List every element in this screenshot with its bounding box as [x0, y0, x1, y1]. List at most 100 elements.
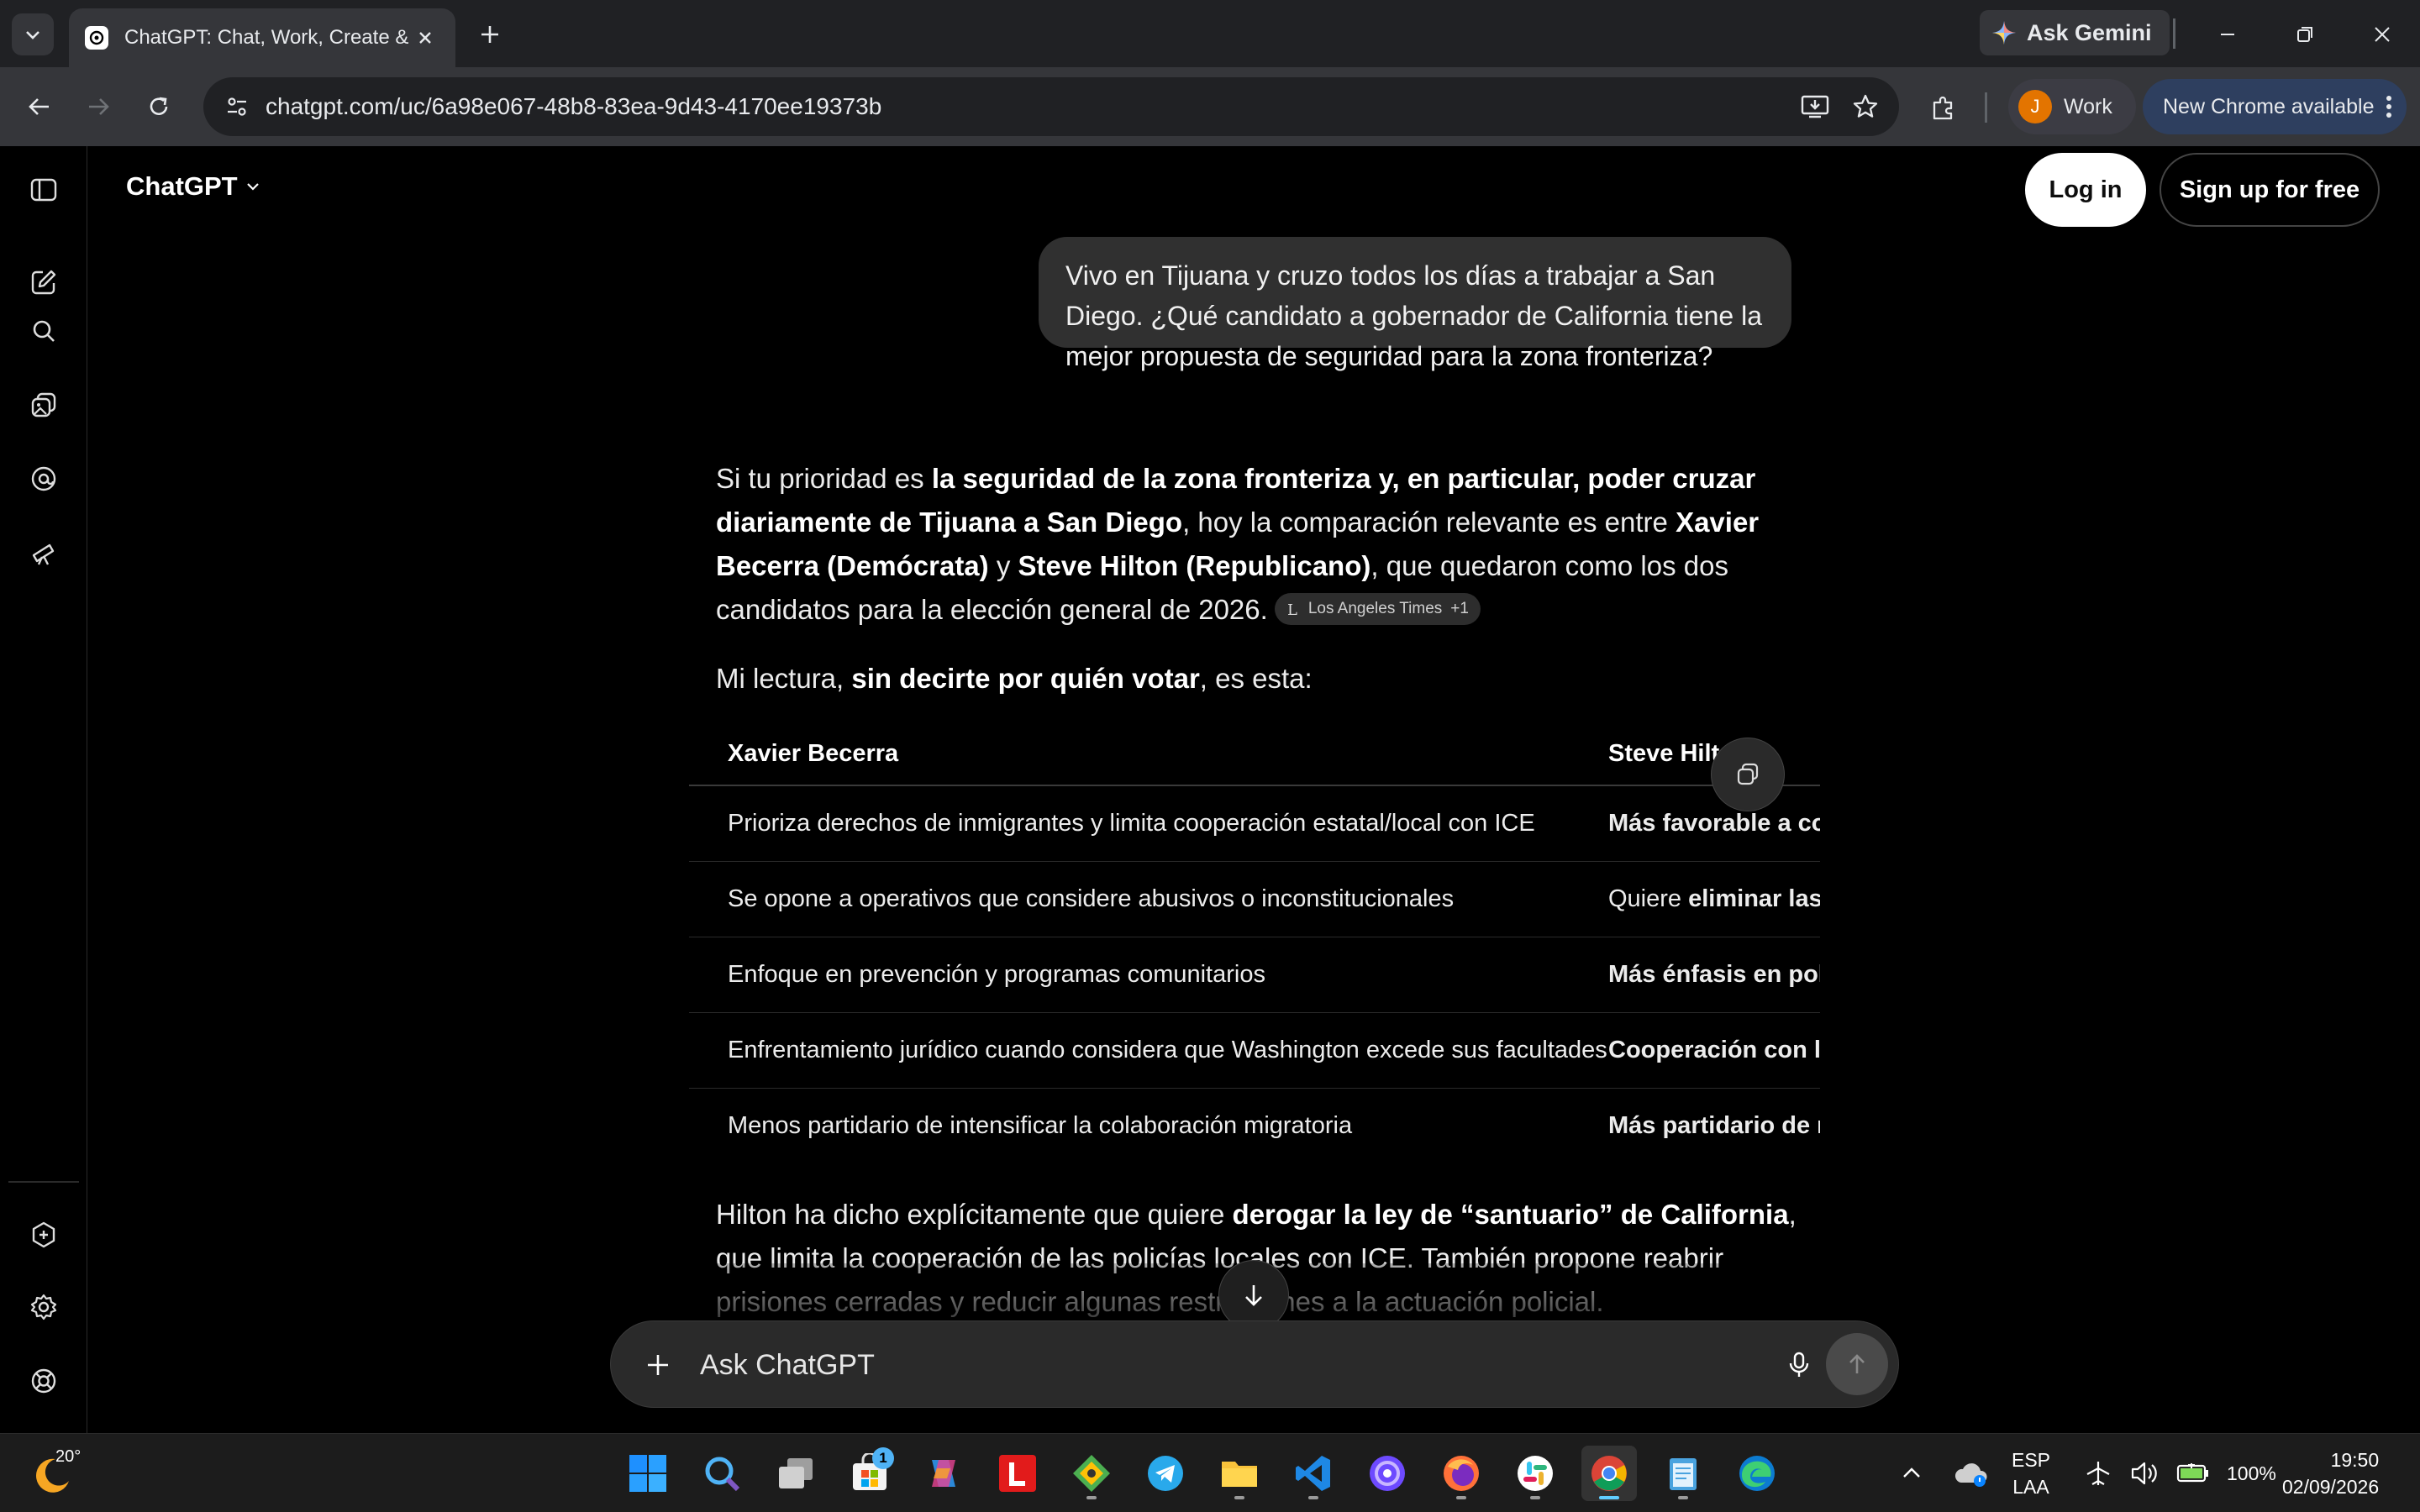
settings-button[interactable] [18, 1282, 69, 1332]
git-app[interactable] [1064, 1446, 1119, 1501]
bold-text: Más partidario de re [1608, 1112, 1820, 1139]
file-explorer[interactable] [1212, 1446, 1267, 1501]
cell-hilton: Más partidario de re [1608, 1089, 1820, 1151]
language-indicator[interactable]: ESP LAA [2012, 1434, 2050, 1512]
send-button[interactable] [1826, 1333, 1888, 1395]
running-indicator [1086, 1496, 1097, 1499]
toolbar-divider [1985, 92, 1987, 123]
assistant-message: Si tu prioridad es la seguridad de la zo… [716, 457, 1800, 701]
profile-button[interactable]: J Work [2008, 79, 2136, 134]
firefox-icon [1444, 1456, 1479, 1491]
microsoft-store[interactable]: 1 [842, 1446, 897, 1501]
login-button[interactable]: Log in [2025, 153, 2146, 227]
site-info-button[interactable] [212, 81, 262, 132]
running-indicator [1234, 1496, 1244, 1499]
quick-settings[interactable]: 100% [2084, 1434, 2276, 1512]
la-times-logo-icon: L [1287, 601, 1297, 617]
cell-becerra: Enfoque en prevención y programas comuni… [728, 961, 1265, 988]
airplane-icon [2086, 1462, 2110, 1485]
diamond-icon [1073, 1455, 1110, 1492]
table-row: Enfoque en prevención y programas comuni… [689, 937, 1820, 1013]
text: Mi lectura, [716, 663, 852, 694]
citation-chip[interactable]: L Los Angeles Times +1 [1274, 593, 1481, 626]
cell-hilton: Más énfasis en polic [1608, 937, 1820, 1012]
gemini-sparkle-icon [1992, 21, 2016, 45]
vscode[interactable] [1286, 1446, 1341, 1501]
address-bar[interactable]: chatgpt.com/uc/6a98e067-48b8-83ea-9d43-4… [203, 77, 1899, 136]
chevron-down-icon [246, 183, 259, 191]
text: y [988, 550, 1018, 581]
taskbar-search[interactable] [694, 1446, 750, 1501]
browser-tab-chatgpt[interactable]: ChatGPT: Chat, Work, Create & [69, 8, 455, 67]
running-indicator [1308, 1496, 1318, 1499]
copy-table-button[interactable] [1711, 738, 1785, 811]
puzzle-icon [1933, 96, 1953, 120]
close-window-button[interactable] [2353, 12, 2412, 57]
edge[interactable] [1729, 1446, 1785, 1501]
new-chat-button[interactable] [18, 257, 69, 307]
sidebar-icon [30, 178, 57, 202]
minimize-button[interactable] [2198, 12, 2257, 57]
restore-button[interactable] [2275, 12, 2334, 57]
images-button[interactable] [18, 380, 69, 430]
onedrive-status[interactable] [1954, 1434, 1988, 1512]
text: Hilton ha dicho explícitamente que quier… [716, 1199, 1233, 1230]
apps-button[interactable] [18, 454, 69, 504]
answer-paragraph-2: Mi lectura, sin decirte por quién votar,… [716, 657, 1800, 701]
cell-becerra: Se opone a operativos que considere abus… [728, 885, 1455, 912]
windows-logo-icon [629, 1455, 666, 1492]
ask-gemini-button[interactable]: Ask Gemini [1980, 10, 2170, 55]
copilot[interactable] [916, 1446, 971, 1501]
search-chats-button[interactable] [18, 306, 69, 356]
notification-badge: 1 [872, 1447, 894, 1469]
attach-button[interactable] [636, 1343, 680, 1387]
running-indicator [1456, 1496, 1466, 1499]
forward-button[interactable] [77, 86, 119, 128]
help-button[interactable] [18, 1356, 69, 1406]
signup-button[interactable]: Sign up for free [2160, 153, 2380, 227]
chrome[interactable] [1581, 1446, 1637, 1501]
images-icon [31, 392, 56, 417]
model-selector[interactable]: ChatGPT [126, 171, 261, 202]
table-row: Enfrentamiento jurídico cuando considera… [689, 1013, 1820, 1089]
url-text: chatgpt.com/uc/6a98e067-48b8-83ea-9d43-4… [266, 93, 882, 119]
bookmark-button[interactable] [1840, 81, 1891, 132]
clock[interactable]: 19:50 02/09/2026 [2282, 1434, 2379, 1512]
weather-widget[interactable]: 20° [30, 1446, 81, 1501]
new-tab-button[interactable] [471, 15, 509, 54]
toggle-sidebar-button[interactable] [18, 165, 69, 215]
firefox[interactable] [1434, 1446, 1489, 1501]
tab-search-button[interactable] [12, 13, 54, 55]
text: Si tu prioridad es [716, 463, 932, 494]
browser-tab-strip: ChatGPT: Chat, Work, Create & Ask Gemini [0, 0, 2420, 67]
telegram[interactable] [1138, 1446, 1193, 1501]
l-app[interactable] [990, 1446, 1045, 1501]
notepad-icon [1670, 1458, 1697, 1490]
rail-divider [8, 1181, 79, 1183]
reload-button[interactable] [138, 86, 180, 128]
running-indicator [1530, 1496, 1540, 1499]
tab-close-icon[interactable] [410, 23, 440, 53]
notepad[interactable] [1655, 1446, 1711, 1501]
bold-text: Más énfasis en polic [1608, 961, 1820, 988]
back-button[interactable] [18, 86, 60, 128]
microphone-icon [1789, 1352, 1809, 1377]
apps-icon [31, 466, 56, 491]
bold-text: sin decirte por quién votar [851, 663, 1200, 694]
upgrade-button[interactable] [18, 1210, 69, 1260]
proton-vpn[interactable] [1360, 1446, 1415, 1501]
start-button[interactable] [620, 1446, 676, 1501]
dictate-button[interactable] [1777, 1343, 1821, 1387]
extensions-button[interactable] [1921, 86, 1966, 131]
slack[interactable] [1507, 1446, 1563, 1501]
task-view[interactable] [768, 1446, 823, 1501]
update-chrome-button[interactable]: New Chrome available [2143, 79, 2407, 134]
edge-icon [1739, 1456, 1775, 1491]
prompt-input[interactable] [700, 1340, 1540, 1390]
codex-button[interactable] [18, 528, 69, 578]
cell-becerra: Enfrentamiento jurídico cuando considera… [728, 1037, 1607, 1063]
install-app-button[interactable] [1790, 81, 1840, 132]
answer-paragraph-1: Si tu prioridad es la seguridad de la zo… [716, 457, 1800, 632]
tray-overflow-button[interactable] [1901, 1434, 1923, 1512]
lang-bottom: LAA [2012, 1476, 2049, 1498]
